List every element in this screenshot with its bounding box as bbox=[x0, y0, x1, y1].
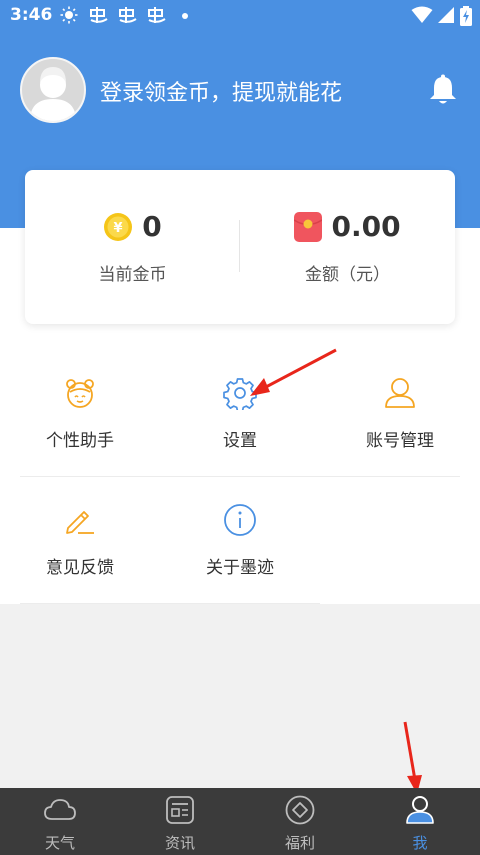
tab-label: 福利 bbox=[284, 834, 315, 852]
amount-label: 金额（元） bbox=[305, 265, 390, 285]
signal-icon bbox=[438, 7, 454, 23]
cloud-icon bbox=[44, 799, 76, 820]
tab-news[interactable]: 资讯 bbox=[120, 788, 240, 855]
tab-weather[interactable]: 天气 bbox=[0, 788, 120, 855]
avatar-face-icon bbox=[66, 379, 94, 408]
menu-label: 设置 bbox=[223, 431, 257, 451]
red-annotation-arrow bbox=[250, 348, 337, 396]
info-icon bbox=[224, 504, 256, 536]
tab-welfare[interactable]: 福利 bbox=[240, 788, 360, 855]
news-icon bbox=[166, 796, 194, 824]
default-avatar-icon bbox=[30, 67, 76, 121]
svg-text:¥: ¥ bbox=[114, 221, 123, 236]
wifi-icon bbox=[411, 6, 433, 23]
amount-value-row: 0.00 bbox=[240, 210, 455, 246]
sun-icon bbox=[60, 6, 78, 24]
menu-item-account-management[interactable]: 账号管理 bbox=[320, 376, 480, 486]
coins-value-row: ¥ 0 bbox=[25, 210, 240, 246]
red-annotation-arrow bbox=[403, 721, 422, 794]
profile-row[interactable]: 登录领金币，提现就能花 bbox=[20, 57, 460, 125]
coins-block[interactable]: ¥ 0 当前金币 bbox=[25, 170, 240, 324]
status-bar: 3:46 bbox=[0, 0, 480, 34]
tab-me[interactable]: 我 bbox=[360, 788, 480, 855]
tab-label: 资讯 bbox=[164, 834, 195, 852]
menu-item-about[interactable]: 关于墨迹 bbox=[160, 503, 320, 613]
menu-label: 意见反馈 bbox=[46, 558, 114, 578]
amount-value: 0.00 bbox=[331, 210, 401, 243]
gold-coin-icon: ¥ bbox=[104, 212, 133, 241]
status-time: 3:46 bbox=[10, 5, 53, 25]
bottom-tab-bar: 天气 资讯 福利 我 bbox=[0, 788, 480, 855]
amount-block[interactable]: 0.00 金额（元） bbox=[240, 170, 455, 324]
menu-label: 个性助手 bbox=[46, 431, 114, 451]
tab-label: 天气 bbox=[44, 834, 75, 852]
avatar[interactable] bbox=[20, 57, 86, 123]
user-icon bbox=[406, 796, 434, 824]
menu-label: 关于墨迹 bbox=[206, 558, 274, 578]
diamond-icon bbox=[285, 795, 315, 825]
person-icon bbox=[385, 378, 415, 408]
menu-item-feedback[interactable]: 意见反馈 bbox=[0, 503, 160, 613]
tab-label: 我 bbox=[412, 834, 428, 852]
red-envelope-icon bbox=[294, 211, 323, 242]
more-notifications-dot-icon bbox=[182, 13, 188, 19]
menu-item-personal-assistant[interactable]: 个性助手 bbox=[0, 376, 160, 486]
notification-app-icon bbox=[119, 7, 137, 23]
notification-app-icon bbox=[148, 7, 166, 23]
coins-value: 0 bbox=[142, 210, 162, 243]
bell-icon[interactable] bbox=[428, 74, 458, 106]
battery-charging-icon bbox=[460, 6, 472, 26]
coins-label: 当前金币 bbox=[98, 265, 167, 285]
coin-card: ¥ 0 当前金币 0.00 金额（元） bbox=[25, 170, 455, 324]
login-prompt[interactable]: 登录领金币，提现就能花 bbox=[100, 75, 342, 107]
menu-divider bbox=[20, 603, 320, 604]
pencil-icon bbox=[66, 511, 94, 534]
menu-divider bbox=[20, 476, 460, 477]
notification-app-icon bbox=[90, 7, 108, 23]
menu-label: 账号管理 bbox=[366, 431, 434, 451]
